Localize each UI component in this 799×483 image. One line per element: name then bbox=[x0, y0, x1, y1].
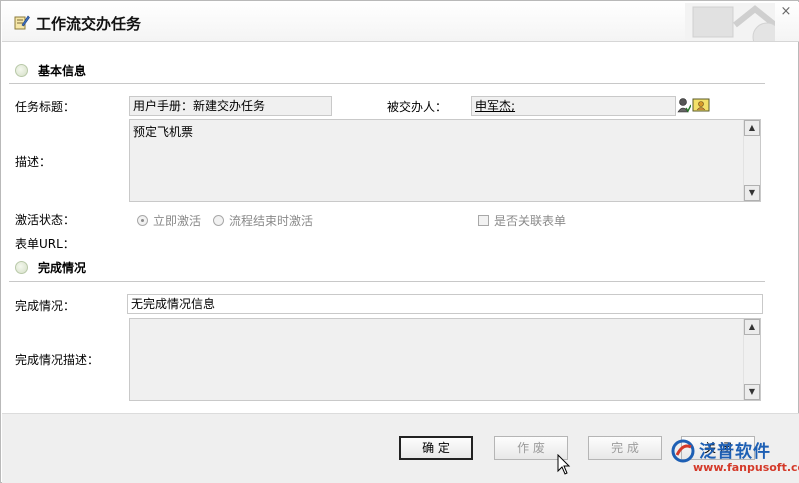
link-form-label: 是否关联表单 bbox=[494, 214, 567, 228]
completion-desc-scrollbar[interactable]: ▲ ▼ bbox=[743, 319, 760, 400]
section-bullet-icon bbox=[15, 64, 28, 77]
checkbox-icon bbox=[478, 215, 489, 226]
user-select-icon[interactable] bbox=[677, 97, 691, 113]
radio-activate-now-label: 立即激活 bbox=[153, 214, 202, 228]
task-title-label: 任务标题： bbox=[15, 100, 76, 114]
window-title: 工作流交办任务 bbox=[36, 15, 142, 33]
completion-desc-textarea[interactable]: ▲ ▼ bbox=[129, 318, 761, 401]
assignee-input[interactable]: 申军杰; bbox=[471, 96, 676, 116]
task-title-input[interactable]: 用户手册：新建交办任务 bbox=[129, 96, 332, 116]
radio-activate-on-finish-label: 流程结束时激活 bbox=[229, 214, 314, 228]
radio-activate-now[interactable]: 立即激活 bbox=[137, 212, 201, 229]
description-scrollbar[interactable]: ▲ ▼ bbox=[743, 120, 760, 201]
section-completion: 完成情况 bbox=[15, 259, 86, 276]
completion-status-input[interactable]: 无完成情况信息 bbox=[127, 294, 763, 314]
form-url-label: 表单URL： bbox=[15, 237, 75, 251]
activation-label: 激活状态： bbox=[15, 213, 76, 227]
section-bullet-icon bbox=[15, 261, 28, 274]
mouse-cursor-icon bbox=[557, 454, 571, 475]
description-label: 描述： bbox=[15, 155, 52, 169]
radio-checked-icon bbox=[137, 215, 148, 226]
watermark-url: www.fanpusoft.com bbox=[693, 461, 799, 474]
divider bbox=[9, 281, 765, 282]
section-basic-info: 基本信息 bbox=[15, 62, 86, 79]
completion-desc-label: 完成情况描述： bbox=[15, 353, 100, 367]
address-book-icon[interactable] bbox=[692, 98, 710, 112]
dialog-window: 工作流交办任务 × 基本信息 任务标题： 用户手册：新建交办任务 被交办人： 申… bbox=[0, 0, 799, 483]
brand-logo-icon bbox=[671, 439, 695, 463]
watermark: 泛普软件 www.fanpusoft.com bbox=[671, 437, 799, 483]
scroll-down-button[interactable]: ▼ bbox=[744, 384, 760, 400]
ok-button[interactable]: 确 定 bbox=[399, 436, 473, 460]
assignee-value: 申军杰; bbox=[475, 99, 516, 113]
radio-unchecked-icon bbox=[213, 215, 224, 226]
section-basic-title: 基本信息 bbox=[38, 64, 87, 78]
section-completion-title: 完成情况 bbox=[38, 261, 87, 275]
task-icon bbox=[14, 15, 30, 30]
header-decoration bbox=[685, 3, 775, 41]
radio-activate-on-finish[interactable]: 流程结束时激活 bbox=[213, 212, 313, 229]
close-window-button[interactable]: × bbox=[777, 4, 795, 20]
link-form-checkbox[interactable]: 是否关联表单 bbox=[478, 212, 566, 229]
description-value: 预定飞机票 bbox=[133, 125, 194, 139]
assignee-label: 被交办人： bbox=[387, 100, 448, 114]
watermark-brand: 泛普软件 bbox=[699, 442, 771, 462]
scroll-up-button[interactable]: ▲ bbox=[744, 120, 760, 136]
title-bar: 工作流交办任务 × bbox=[2, 2, 799, 42]
description-textarea[interactable]: 预定飞机票 ▲ ▼ bbox=[129, 119, 761, 202]
complete-button[interactable]: 完 成 bbox=[588, 436, 662, 460]
divider bbox=[9, 83, 765, 84]
scroll-down-button[interactable]: ▼ bbox=[744, 185, 760, 201]
scroll-up-button[interactable]: ▲ bbox=[744, 319, 760, 335]
completion-status-label: 完成情况： bbox=[15, 299, 76, 313]
